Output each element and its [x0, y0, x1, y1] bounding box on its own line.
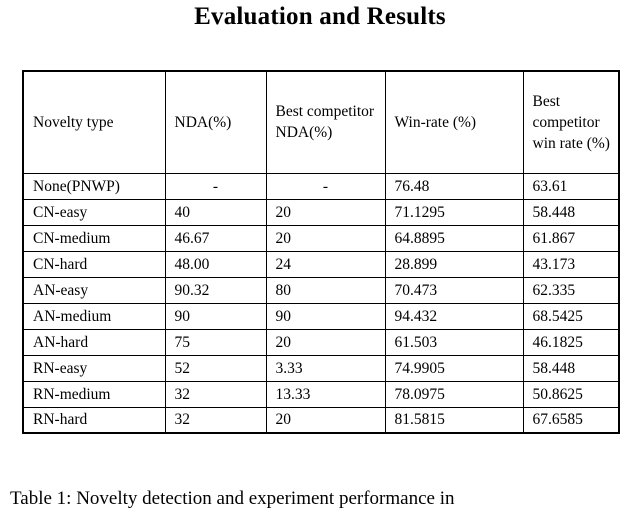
cell-win-rate: 74.9905 — [384, 354, 524, 382]
table-row: RN-hard 32 20 81.5815 67.6585 — [22, 406, 620, 434]
cell-best-competitor-win-rate: 68.5425 — [522, 302, 620, 330]
cell-novelty-type: RN-hard — [22, 406, 166, 434]
column-header-novelty-type: Novelty type — [22, 70, 166, 174]
cell-nda: 52 — [164, 354, 267, 382]
cell-best-competitor-nda: 24 — [265, 250, 386, 278]
cell-nda: 90.32 — [164, 276, 267, 304]
cell-win-rate: 61.503 — [384, 328, 524, 356]
table-row: AN-medium 90 90 94.432 68.5425 — [22, 302, 620, 330]
cell-best-competitor-nda: 20 — [265, 224, 386, 252]
cell-win-rate: 70.473 — [384, 276, 524, 304]
cell-nda: 32 — [164, 406, 267, 434]
table-row: AN-easy 90.32 80 70.473 62.335 — [22, 276, 620, 304]
column-header-win-rate: Win-rate (%) — [384, 70, 524, 174]
table-row: RN-easy 52 3.33 74.9905 58.448 — [22, 354, 620, 382]
cell-best-competitor-nda: 20 — [265, 198, 386, 226]
cell-win-rate: 71.1295 — [384, 198, 524, 226]
table-header: Novelty type NDA(%) Best competitor NDA(… — [22, 70, 620, 174]
column-header-nda: NDA(%) — [164, 70, 267, 174]
cell-best-competitor-win-rate: 63.61 — [522, 172, 620, 200]
cell-best-competitor-nda: 13.33 — [265, 380, 386, 408]
cell-novelty-type: CN-medium — [22, 224, 166, 252]
table-row: AN-hard 75 20 61.503 46.1825 — [22, 328, 620, 356]
cell-best-competitor-win-rate: 61.867 — [522, 224, 620, 252]
table-header-row: Novelty type NDA(%) Best competitor NDA(… — [22, 70, 620, 174]
cell-best-competitor-nda: 3.33 — [265, 354, 386, 382]
cell-novelty-type: AN-easy — [22, 276, 166, 304]
cell-best-competitor-win-rate: 46.1825 — [522, 328, 620, 356]
cell-win-rate: 76.48 — [384, 172, 524, 200]
cell-best-competitor-win-rate: 58.448 — [522, 198, 620, 226]
cell-best-competitor-nda: - — [265, 172, 386, 200]
cell-best-competitor-nda: 80 — [265, 276, 386, 304]
cell-nda: 90 — [164, 302, 267, 330]
cell-nda: 32 — [164, 380, 267, 408]
cell-novelty-type: AN-hard — [22, 328, 166, 356]
table-row: CN-easy 40 20 71.1295 58.448 — [22, 198, 620, 226]
cell-win-rate: 78.0975 — [384, 380, 524, 408]
cell-win-rate: 64.8895 — [384, 224, 524, 252]
cell-best-competitor-nda: 20 — [265, 406, 386, 434]
cell-nda: - — [164, 172, 267, 200]
cell-best-competitor-win-rate: 58.448 — [522, 354, 620, 382]
table-row: CN-hard 48.00 24 28.899 43.173 — [22, 250, 620, 278]
results-table-container: Novelty type NDA(%) Best competitor NDA(… — [22, 70, 620, 434]
cell-nda: 48.00 — [164, 250, 267, 278]
table-row: RN-medium 32 13.33 78.0975 50.8625 — [22, 380, 620, 408]
cell-best-competitor-nda: 90 — [265, 302, 386, 330]
cell-best-competitor-win-rate: 62.335 — [522, 276, 620, 304]
table-caption: Table 1: Novelty detection and experimen… — [10, 488, 455, 509]
cell-win-rate: 28.899 — [384, 250, 524, 278]
cell-novelty-type: AN-medium — [22, 302, 166, 330]
cell-nda: 40 — [164, 198, 267, 226]
cell-best-competitor-win-rate: 43.173 — [522, 250, 620, 278]
cell-novelty-type: CN-hard — [22, 250, 166, 278]
cell-best-competitor-win-rate: 67.6585 — [522, 406, 620, 434]
cell-novelty-type: RN-medium — [22, 380, 166, 408]
cell-nda: 75 — [164, 328, 267, 356]
results-table: Novelty type NDA(%) Best competitor NDA(… — [22, 70, 620, 434]
cell-novelty-type: None(PNWP) — [22, 172, 166, 200]
table-row: CN-medium 46.67 20 64.8895 61.867 — [22, 224, 620, 252]
cell-novelty-type: CN-easy — [22, 198, 166, 226]
column-header-best-competitor-nda: Best competitor NDA(%) — [265, 70, 386, 174]
cell-best-competitor-nda: 20 — [265, 328, 386, 356]
table-row: None(PNWP) - - 76.48 63.61 — [22, 172, 620, 200]
page-title: Evaluation and Results — [194, 3, 446, 30]
cell-novelty-type: RN-easy — [22, 354, 166, 382]
cell-nda: 46.67 — [164, 224, 267, 252]
table-body: None(PNWP) - - 76.48 63.61 CN-easy 40 20… — [22, 172, 620, 434]
column-header-best-competitor-win-rate: Best competitor win rate (%) — [522, 70, 620, 174]
cell-best-competitor-win-rate: 50.8625 — [522, 380, 620, 408]
cell-win-rate: 81.5815 — [384, 406, 524, 434]
cell-win-rate: 94.432 — [384, 302, 524, 330]
